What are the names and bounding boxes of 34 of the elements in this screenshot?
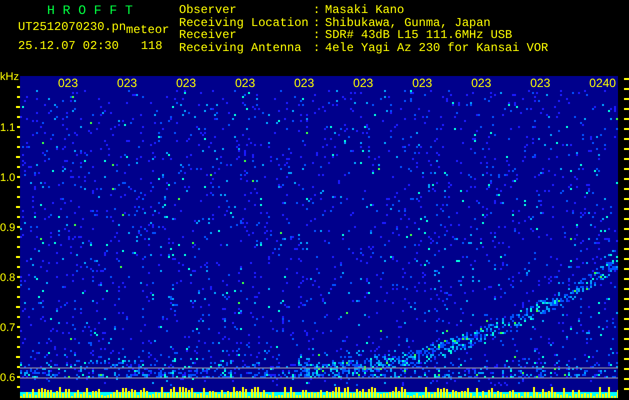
info-separator: : [313,4,322,16]
frequency-label: 0.6 [0,373,16,384]
time-label: 0240 [589,76,616,90]
mode-label: meteor [126,24,170,37]
frequency-label: 0.7 [0,323,16,334]
frequency-label: 0.8 [0,273,16,284]
unit-label: kHz [0,72,19,83]
time-label: 023 [471,76,492,90]
timestamp: 25.12.07 02:30 [18,40,119,53]
file-name: UT2512070230.pn [18,21,126,34]
time-label: 023 [58,76,78,90]
frequency-label: 0.9 [0,223,16,234]
info-label: Receiver [179,29,237,42]
info-value: Shibukawa, Gunma, Japan [325,16,492,29]
app-title: H R O F F T [46,4,134,18]
time-label: 023 [353,76,374,90]
time-label: 023 [530,76,550,90]
frequency-label: 1.0 [0,173,16,184]
time-label: 023 [294,76,314,90]
time-label: 023 [117,76,138,90]
info-label: Receiving Antenna [179,42,302,54]
info-value: 4ele Yagi Az 230 for Kansai VOR [325,42,548,54]
time-label: 023 [235,76,256,90]
info-separator: : [313,42,322,54]
info-label: Receiving Location [179,16,310,29]
info-label: Observer [179,4,238,16]
count: 118 [140,40,162,53]
info-separator: : [313,16,322,29]
info-value: SDR# 43dB L15 111.6MHz USB [325,29,514,42]
time-label: 023 [412,76,432,90]
info-value: Masaki Kano [325,4,406,16]
frequency-label: 1.1 [0,123,16,134]
info-separator: : [313,29,322,42]
time-label: 023 [176,76,196,90]
